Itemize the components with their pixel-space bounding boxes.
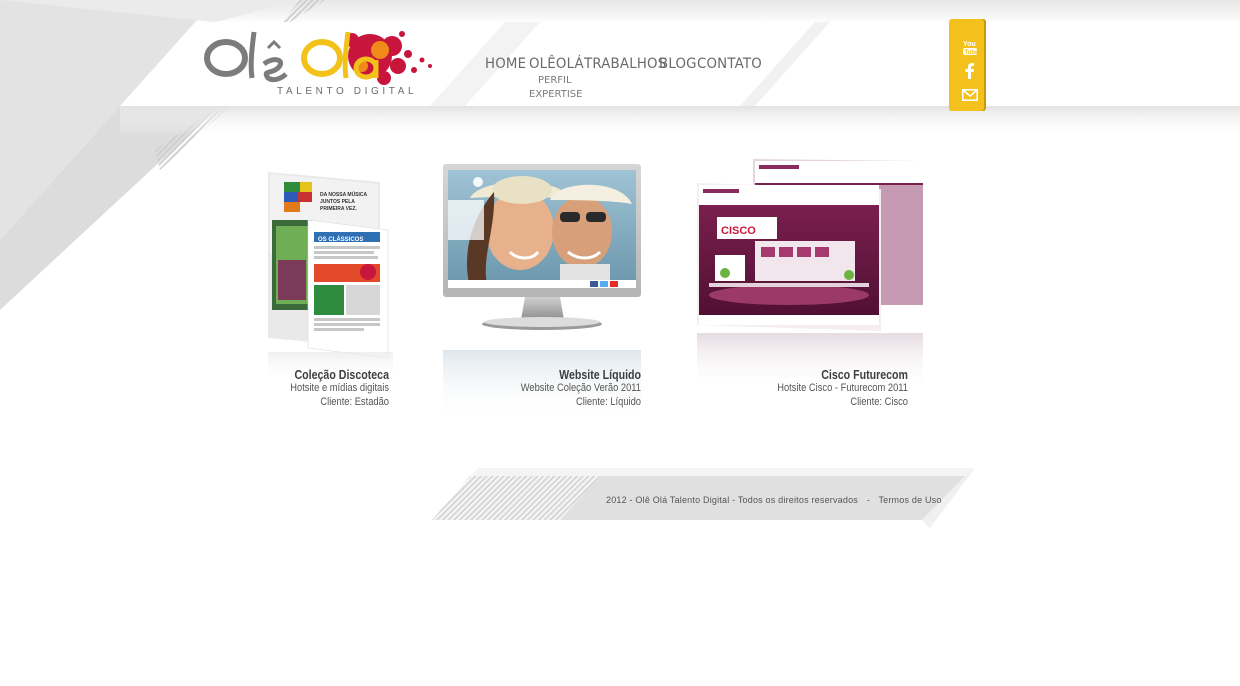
caption-cisco: Cisco Futurecom Hotsite Cisco - Futureco…	[695, 368, 908, 409]
terms-link[interactable]: Termos de Uso	[878, 495, 941, 505]
nav-sub-expertise[interactable]: EXPERTISE	[529, 89, 582, 100]
footer: 2012 - Olê Olá Talento Digital - Todos o…	[606, 495, 942, 505]
footer-copyright: 2012 - Olê Olá Talento Digital - Todos o…	[606, 495, 858, 505]
nav-trabalhos[interactable]: TRABALHOS	[584, 56, 666, 72]
caption-client: Cliente: Estadão	[320, 395, 389, 408]
discoteca-thumb-text-2: JUNTOS PELA	[320, 199, 355, 205]
discoteca-thumb-text-1: DA NOSSA MÚSICA	[320, 191, 368, 198]
facebook-icon[interactable]	[958, 61, 982, 81]
nav-sub-perfil[interactable]: PERFIL	[538, 75, 572, 86]
caption-description: Hotsite Cisco - Futurecom 2011	[777, 382, 908, 394]
caption-title: Coleção Discoteca	[294, 368, 389, 382]
nav-contato[interactable]: CONTATO	[697, 56, 762, 72]
cisco-thumbnail: CISCO	[697, 159, 923, 391]
svg-text:You: You	[963, 41, 976, 48]
discoteca-thumbnail: OS CLÁSSICOS DA NOSSA MÚSICA JUNTOS PELA…	[268, 172, 393, 382]
logo-tagline: TALENTO DIGITAL	[277, 86, 418, 97]
caption-client: Cliente: Cisco	[850, 395, 908, 408]
caption-client: Cliente: Líquido	[576, 395, 641, 408]
nav-oleola[interactable]: OLÊOLÁ	[529, 56, 584, 72]
youtube-icon[interactable]: You Tube	[958, 37, 982, 57]
cisco-thumb-text: CISCO	[721, 225, 756, 237]
caption-title: Website Líquido	[559, 368, 641, 382]
nav-blog[interactable]: BLOG	[659, 56, 697, 72]
caption-title: Cisco Futurecom	[821, 368, 908, 382]
footer-separator: -	[866, 495, 870, 505]
discoteca-thumb-text-0: OS CLÁSSICOS	[318, 236, 363, 243]
caption-description: Hotsite e mídias digitais	[290, 382, 389, 394]
nav-home[interactable]: HOME	[485, 56, 526, 72]
caption-description: Website Coleção Verão 2011	[520, 382, 641, 394]
portfolio-item-discoteca[interactable]: OS CLÁSSICOS DA NOSSA MÚSICA JUNTOS PELA…	[262, 160, 422, 382]
caption-liquido: Website Líquido Website Coleção Verão 20…	[440, 368, 641, 409]
mail-icon[interactable]	[958, 85, 982, 105]
discoteca-thumb-text-3: PRIMEIRA VEZ.	[320, 206, 357, 212]
portfolio-item-cisco[interactable]: CISCO	[695, 155, 925, 395]
svg-text:Tube: Tube	[965, 50, 979, 56]
caption-discoteca: Coleção Discoteca Hotsite e mídias digit…	[262, 368, 389, 409]
